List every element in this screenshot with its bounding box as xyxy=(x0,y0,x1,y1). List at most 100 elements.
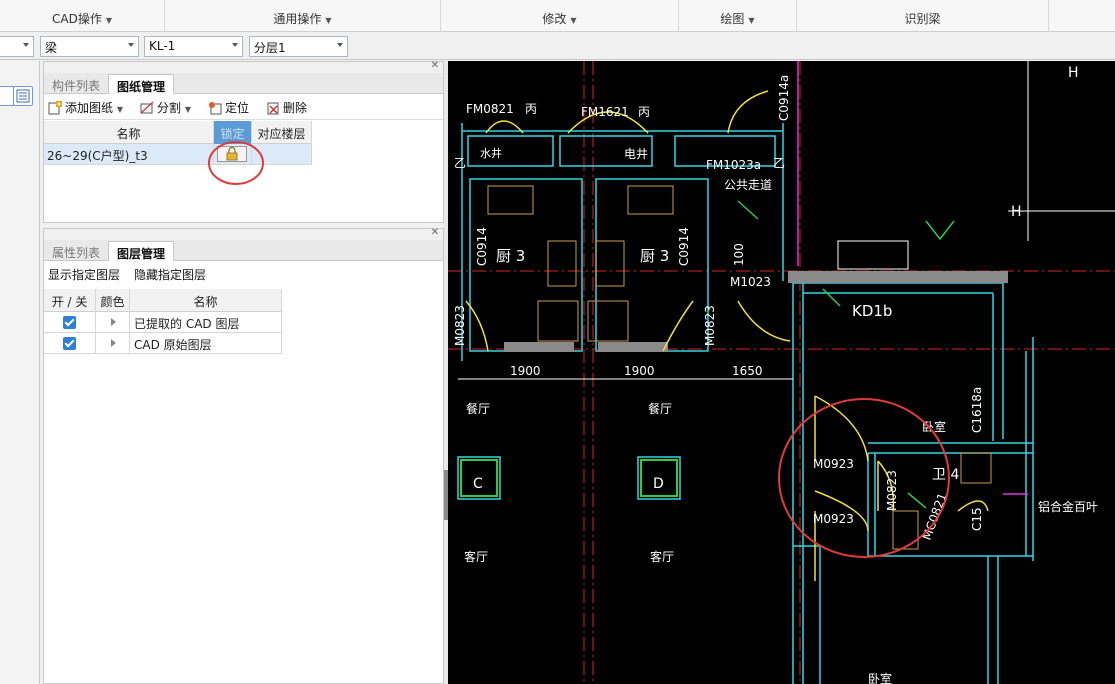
table-row[interactable]: 26~29(C户型)_t3 xyxy=(44,144,312,165)
layer-select-value: 分层1 xyxy=(254,41,286,55)
delete-icon xyxy=(267,102,279,115)
highlight-circle xyxy=(778,398,950,558)
cad-label: 1650 xyxy=(732,364,763,378)
cad-label: M0923 xyxy=(813,457,854,471)
member-select-value: KL-1 xyxy=(149,39,176,53)
column-on-off[interactable]: 开 / 关 xyxy=(44,289,96,312)
split-icon xyxy=(140,101,154,114)
checkbox-checked[interactable] xyxy=(63,337,76,350)
cad-label: 厨 3 xyxy=(640,247,669,265)
ribbon-group-label: 识别梁 xyxy=(904,12,941,26)
layer-name: 已提取的 CAD 图层 xyxy=(130,312,282,333)
cad-label: 乙 xyxy=(773,156,785,170)
cad-label: 1900 xyxy=(624,364,655,378)
table-row[interactable]: 已提取的 CAD 图层 xyxy=(44,312,282,333)
locate-button[interactable]: 定位 xyxy=(208,99,249,116)
cad-label: 1900 xyxy=(510,364,541,378)
ribbon-group-recognize-beam[interactable]: 识别梁 xyxy=(797,0,1049,32)
type-select[interactable]: 梁 xyxy=(40,36,139,57)
lock-highlight-circle xyxy=(208,141,264,185)
ribbon-group-cad[interactable]: CAD操作 ▼ xyxy=(0,0,165,32)
cad-label: M1023 xyxy=(730,275,771,289)
cad-label: 客厅 xyxy=(464,549,488,564)
member-select[interactable]: KL-1 xyxy=(144,36,243,57)
cad-label: M0923 xyxy=(813,512,854,526)
grid-icon xyxy=(16,89,30,103)
chevron-down-icon xyxy=(23,43,29,47)
ribbon-group-label: 绘图 xyxy=(720,12,745,26)
locate-icon xyxy=(209,102,222,115)
drawing-name: 26~29(C户型)_t3 xyxy=(44,144,214,165)
property-grid-button[interactable] xyxy=(13,86,33,106)
caret-down-icon: ▼ xyxy=(184,105,191,114)
ribbon-group-draw[interactable]: 绘图 ▼ xyxy=(679,0,797,32)
chevron-down-icon xyxy=(128,43,134,47)
floor-select[interactable] xyxy=(0,36,34,57)
cad-drawing: FM0821 丙 FM1621 丙 C0914a FM1023a 公共走道 水井… xyxy=(448,61,1115,684)
cad-label: 乙 xyxy=(454,156,466,170)
close-icon[interactable]: ✕ xyxy=(431,227,439,238)
cad-label: C xyxy=(473,476,483,492)
caret-down-icon: ▼ xyxy=(570,16,577,25)
expand-arrow-icon[interactable] xyxy=(111,318,116,326)
ribbon-group-label: CAD操作 xyxy=(52,12,102,26)
ribbon-group-general[interactable]: 通用操作 ▼ xyxy=(165,0,441,32)
close-icon[interactable]: ✕ xyxy=(431,60,439,71)
cad-label: M0823 xyxy=(885,470,899,511)
split-label: 分割 xyxy=(157,101,182,115)
cad-label: KD1b xyxy=(852,302,892,320)
cad-label: 铝合金百叶 xyxy=(1038,499,1098,514)
cad-label: 厨 3 xyxy=(496,247,525,265)
cad-canvas[interactable]: FM0821 丙 FM1621 丙 C0914a FM1023a 公共走道 水井… xyxy=(448,61,1115,684)
layer-toggle-cell[interactable] xyxy=(44,333,96,354)
hide-layer-button[interactable]: 隐藏指定图层 xyxy=(134,266,206,283)
show-layer-button[interactable]: 显示指定图层 xyxy=(48,266,120,283)
cad-label: 丙 xyxy=(638,105,650,119)
column-layer-name[interactable]: 名称 xyxy=(130,289,282,312)
ribbon-group-modify[interactable]: 修改 ▼ xyxy=(441,0,679,32)
delete-button[interactable]: 删除 xyxy=(266,99,307,116)
wall-fill xyxy=(504,342,574,352)
cad-label: C0914 xyxy=(475,227,489,266)
chevron-down-icon xyxy=(232,43,238,47)
column-name[interactable]: 名称 xyxy=(44,121,214,144)
cad-label: C1618a xyxy=(970,387,984,433)
caret-down-icon: ▼ xyxy=(325,16,332,25)
cad-label: 公共走道 xyxy=(724,178,772,192)
cad-label: D xyxy=(653,476,664,492)
drawing-grid-header: 名称 锁定 对应楼层 xyxy=(44,121,312,144)
cad-label: 电井 xyxy=(624,147,648,161)
layer-select[interactable]: 分层1 xyxy=(249,36,348,57)
layer-name: CAD 原始图层 xyxy=(130,333,282,354)
layer-expand-cell[interactable] xyxy=(96,312,130,333)
equipment-box xyxy=(837,240,909,270)
wall-fill xyxy=(598,342,668,352)
checkbox-checked[interactable] xyxy=(63,316,76,329)
cad-label: H xyxy=(1068,65,1079,81)
cad-label: 卫 4 xyxy=(932,467,959,483)
add-drawing-label: 添加图纸 xyxy=(65,101,114,115)
column-color[interactable]: 颜色 xyxy=(96,289,130,312)
table-row[interactable]: CAD 原始图层 xyxy=(44,333,282,354)
strip-button[interactable] xyxy=(0,86,14,106)
layer-expand-cell[interactable] xyxy=(96,333,130,354)
cad-label: FM0821 xyxy=(466,102,514,116)
type-select-value: 梁 xyxy=(45,41,58,55)
tab-property-list[interactable]: 属性列表 xyxy=(44,241,108,261)
ribbon-group-label: 修改 xyxy=(542,12,567,26)
cad-label: M0823 xyxy=(453,305,467,346)
add-drawing-button[interactable]: 添加图纸 ▼ xyxy=(48,99,123,116)
tab-drawing-management[interactable]: 图纸管理 xyxy=(108,74,175,94)
tab-component-list[interactable]: 构件列表 xyxy=(44,74,108,94)
split-button[interactable]: 分割 ▼ xyxy=(140,99,191,116)
cad-label: 100 xyxy=(732,243,746,266)
cad-label: 丙 xyxy=(525,102,537,116)
cad-label: C0914 xyxy=(677,227,691,266)
ribbon-group-label: 通用操作 xyxy=(273,12,322,26)
layer-toggle-cell[interactable] xyxy=(44,312,96,333)
expand-arrow-icon[interactable] xyxy=(111,339,116,347)
tab-layer-management[interactable]: 图层管理 xyxy=(108,241,175,261)
cad-label: FM1023a xyxy=(706,158,761,172)
wall-fill xyxy=(788,271,1008,283)
cad-label: 餐厅 xyxy=(466,401,490,416)
